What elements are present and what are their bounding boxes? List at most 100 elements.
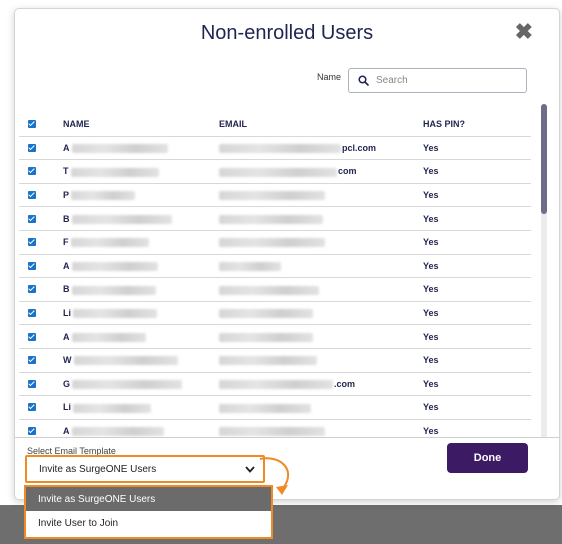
row-name: G [63, 379, 183, 389]
row-email-text: .com [334, 378, 356, 389]
header-has-pin[interactable]: HAS PIN? [423, 119, 465, 129]
redacted-email [219, 238, 325, 248]
row-checkbox[interactable] [28, 214, 36, 223]
row-checkbox[interactable] [28, 261, 36, 270]
dropdown-option-invite-to-join[interactable]: Invite User to Join [26, 511, 271, 535]
redacted-name [71, 214, 172, 224]
row-has-pin: Yes [423, 190, 439, 201]
redacted-name [71, 261, 158, 271]
email-template-dropdown: Invite as SurgeONE Users Invite User to … [24, 485, 273, 539]
row-name-text: T [63, 166, 69, 177]
row-name: Li [63, 308, 157, 319]
table-row[interactable]: P Yes [19, 184, 531, 208]
redacted-name [73, 356, 178, 366]
row-checkbox[interactable] [28, 356, 36, 365]
table-row[interactable]: A Yes [19, 420, 531, 438]
table-row[interactable]: A Yes [19, 255, 531, 279]
row-name-text: Li [63, 402, 71, 413]
done-button[interactable]: Done [447, 443, 528, 473]
row-checkbox[interactable] [28, 332, 36, 341]
row-checkbox[interactable] [28, 285, 36, 294]
table-row[interactable]: W Yes [19, 349, 531, 373]
row-has-pin: Yes [423, 260, 439, 271]
footer-divider [15, 437, 559, 438]
table-row[interactable]: Apcl.com Yes [19, 137, 531, 161]
search-label: Name [317, 72, 342, 82]
row-has-pin: Yes [423, 284, 439, 295]
dropdown-option-invite-surgeone[interactable]: Invite as SurgeONE Users [26, 487, 271, 511]
search-icon [358, 75, 369, 86]
redacted-name [71, 285, 156, 295]
row-email [219, 214, 324, 224]
search-box[interactable] [348, 68, 527, 93]
row-email [219, 426, 326, 437]
table-row[interactable]: F Yes [19, 231, 531, 255]
select-all-checkbox[interactable] [28, 120, 36, 129]
row-has-pin: Yes [423, 378, 439, 389]
row-name-text: B [63, 284, 70, 295]
redacted-name [70, 167, 159, 177]
redacted-email [219, 332, 313, 342]
row-name: A [63, 426, 164, 437]
row-checkbox[interactable] [28, 403, 36, 412]
row-email: com [219, 166, 357, 177]
table-row[interactable]: G .com Yes [19, 373, 531, 397]
redacted-email [219, 143, 341, 153]
row-email [219, 190, 326, 201]
email-template-select[interactable]: Invite as SurgeONE Users [25, 455, 265, 483]
row-name-text: A [63, 260, 70, 271]
chevron-down-icon [245, 465, 255, 473]
row-checkbox[interactable] [28, 191, 36, 200]
row-checkbox[interactable] [28, 143, 36, 152]
row-name: F [63, 237, 149, 248]
row-name-text: P [63, 190, 70, 201]
row-has-pin: Yes [423, 308, 439, 319]
row-has-pin: Yes [423, 426, 439, 437]
redacted-email [219, 167, 337, 177]
table-row[interactable]: B Yes [19, 207, 531, 231]
row-checkbox[interactable] [28, 309, 36, 318]
users-table: NAME EMAIL HAS PIN? Apcl.com Yes Tcom Yes P Y… [19, 113, 535, 438]
row-email [219, 402, 312, 413]
table-row[interactable]: A Yes [19, 325, 531, 349]
row-email [219, 308, 314, 319]
row-has-pin: Yes [423, 402, 439, 413]
row-checkbox[interactable] [28, 167, 36, 176]
table-row[interactable]: B Yes [19, 278, 531, 302]
row-checkbox[interactable] [28, 238, 36, 247]
redacted-email [219, 356, 317, 366]
row-checkbox[interactable] [28, 379, 36, 388]
table-row[interactable]: Tcom Yes [19, 160, 531, 184]
row-name: A [63, 143, 168, 153]
row-email [219, 237, 326, 248]
redacted-name [73, 309, 157, 319]
header-email[interactable]: EMAIL [219, 119, 247, 129]
redacted-name [71, 191, 136, 201]
row-has-pin: Yes [423, 166, 439, 177]
row-name: Li [63, 402, 151, 413]
table-row[interactable]: Li Yes [19, 302, 531, 326]
row-has-pin: Yes [423, 213, 439, 224]
scrollbar-thumb[interactable] [541, 104, 547, 214]
redacted-name [70, 238, 149, 248]
header-name[interactable]: NAME [63, 119, 90, 129]
table-header: NAME EMAIL HAS PIN? [19, 113, 531, 137]
table-row[interactable]: Li Yes [19, 396, 531, 420]
redacted-email [219, 261, 281, 271]
row-email [219, 284, 320, 295]
row-email-text: com [338, 166, 357, 177]
close-icon[interactable]: ✖ [515, 19, 533, 45]
table-scrollbar[interactable] [541, 104, 547, 438]
row-name-text: A [63, 426, 70, 437]
row-name-text: A [63, 331, 70, 342]
redacted-name [71, 332, 146, 342]
redacted-email [219, 191, 325, 201]
redacted-email [219, 285, 319, 295]
row-name: P [63, 190, 136, 201]
redacted-name [71, 143, 168, 153]
row-name-text: F [63, 237, 69, 248]
row-name-text: Li [63, 308, 71, 319]
search-input[interactable] [376, 75, 516, 86]
row-checkbox[interactable] [28, 427, 36, 436]
non-enrolled-users-modal: Non-enrolled Users ✖ Name NAME EMAIL HAS… [14, 8, 560, 500]
